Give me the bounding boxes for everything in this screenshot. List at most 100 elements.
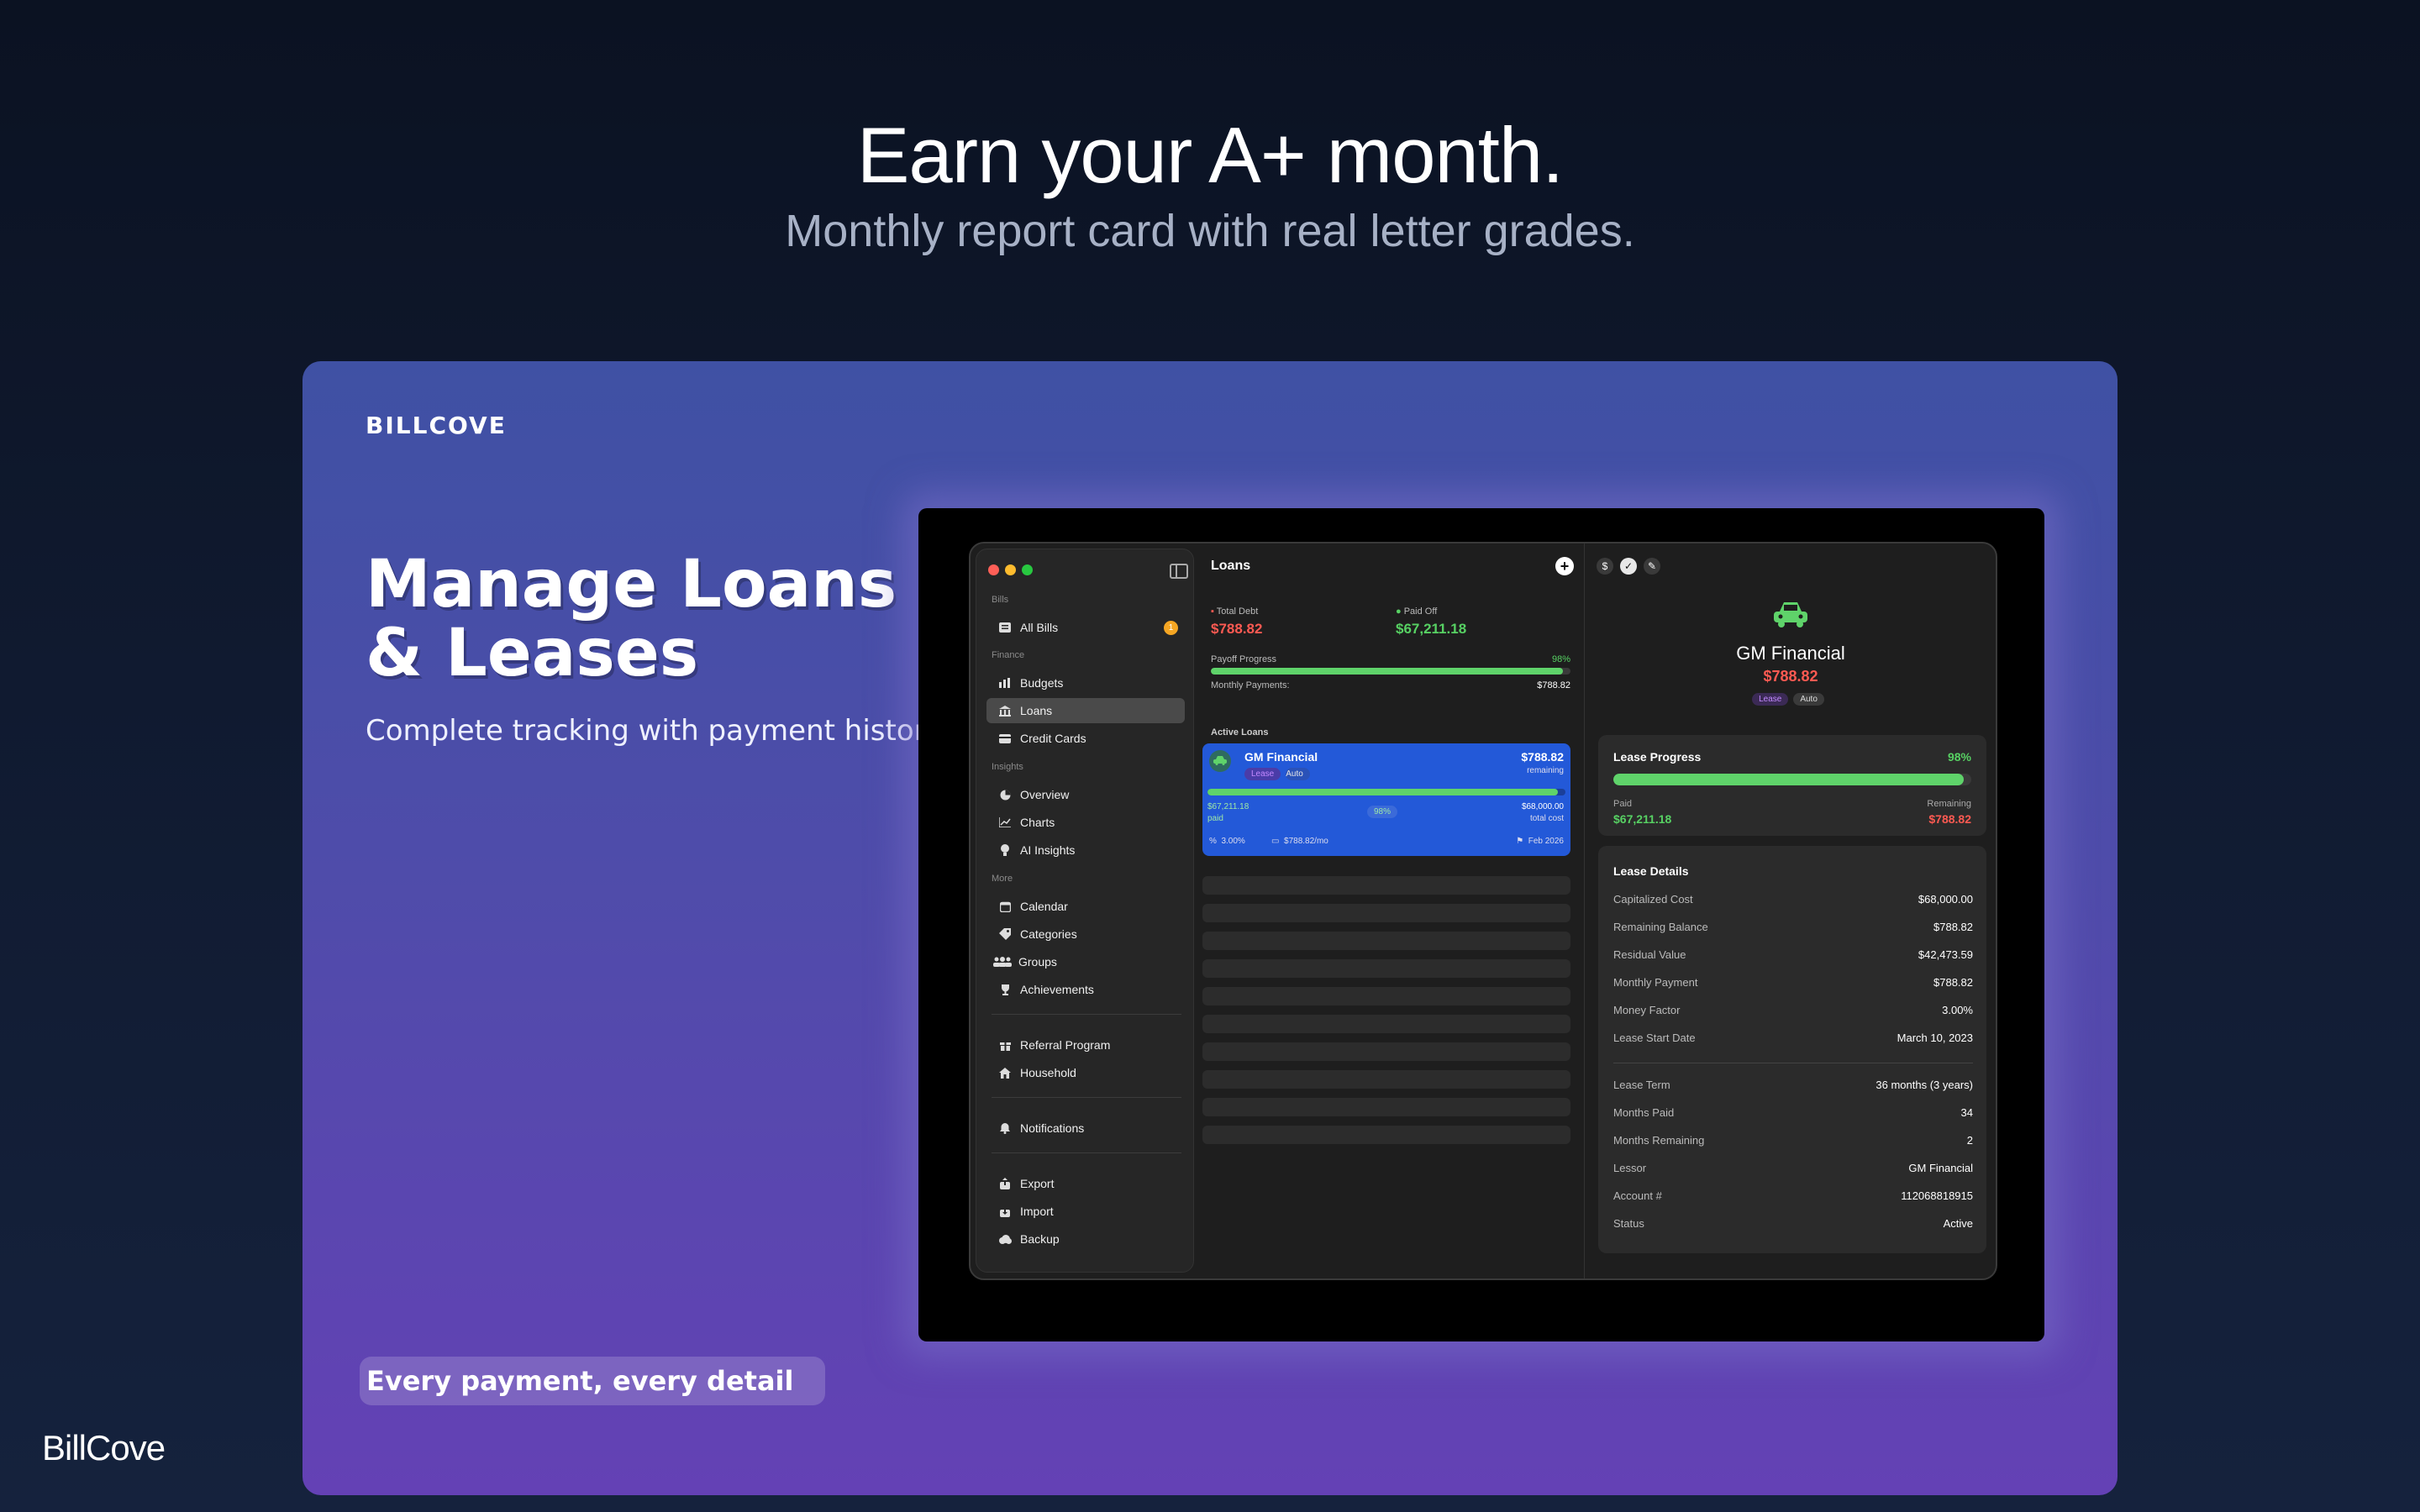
card-subtitle: Complete tracking with payment history [366,714,943,748]
detail-row: Remaining Balance $788.82 [1613,921,1973,933]
detail-row-key: Lessor [1613,1162,1647,1174]
sidebar-divider [992,1152,1181,1153]
detail-row: Residual Value $42,473.59 [1613,948,1973,961]
add-loan-button[interactable]: + [1555,557,1574,575]
sidebar-item-overview[interactable]: Overview [986,782,1185,807]
detail-row: Lessor GM Financial [1613,1162,1973,1174]
sidebar-item-label: Backup [1020,1232,1060,1246]
detail-row-value: 2 [1966,1134,1973,1147]
dollar-icon[interactable]: $ [1597,558,1613,575]
sidebar-item-budgets[interactable]: Budgets [986,670,1185,696]
percent-icon: % [1209,837,1217,846]
feature-card: BILLCOVE Manage Loans & Leases Complete … [302,361,2118,1495]
sidebar-item-notifications[interactable]: Notifications [986,1116,1185,1141]
sidebar-item-backup[interactable]: Backup [986,1226,1185,1252]
gift-icon [998,1038,1012,1052]
remaining-value: $788.82 [1928,812,1971,826]
sidebar-item-all-bills[interactable]: All Bills 1 [986,615,1185,640]
detail-lender-name: GM Financial [1736,643,1845,664]
sidebar-divider [992,1097,1181,1098]
sidebar-item-loans[interactable]: Loans [986,698,1185,723]
sidebar-item-groups[interactable]: Groups [986,949,1185,974]
sidebar-section-label: More [992,874,1013,884]
sidebar-item-credit-cards[interactable]: Credit Cards [986,726,1185,751]
loan-detail-pane: $ ✓ ✎ GM Financial $788.82 Lease Auto Lea… [1584,543,1996,1278]
loan-remaining-value: $788.82 [1521,750,1564,764]
zoom-window-button[interactable] [1022,564,1033,575]
detail-row-key: Lease Term [1613,1079,1670,1091]
detail-row: Status Active [1613,1217,1973,1230]
loan-monthly: ▭ $788.82/mo [1271,837,1328,846]
flag-icon: ⚑ [1516,837,1524,846]
footer-brand: BillCove [42,1428,166,1467]
detail-row: Lease Term 36 months (3 years) [1613,1079,1973,1091]
sidebar-item-categories[interactable]: Categories [986,921,1185,947]
line-chart-icon [998,816,1012,829]
card-brand: BILLCOVE [366,412,507,439]
loading-placeholder-row [1202,1015,1570,1033]
check-circle-icon: ● [1396,606,1402,617]
detail-row-key: Lease Start Date [1613,1032,1696,1044]
edit-icon[interactable]: ✎ [1644,558,1660,575]
import-icon [998,1205,1012,1218]
sidebar-item-label: Budgets [1020,676,1064,690]
detail-row: Account # 112068818915 [1613,1189,1973,1202]
sidebar-item-label: Import [1020,1205,1054,1218]
sidebar-item-label: Notifications [1020,1121,1085,1135]
minimize-window-button[interactable] [1005,564,1016,575]
export-icon [998,1177,1012,1190]
loan-name: GM Financial [1244,750,1318,764]
lease-progress-title: Lease Progress [1613,750,1702,764]
list-icon [998,621,1012,634]
app-screenshot-frame: Bills All Bills 1 Finance Budgets Loans [918,508,2044,1341]
car-icon [1209,750,1231,772]
detail-row-value: 34 [1960,1106,1973,1119]
sidebar-item-label: AI Insights [1020,843,1076,857]
loading-placeholder-row [1202,1042,1570,1061]
detail-row-key: Months Remaining [1613,1134,1705,1147]
cloud-icon [998,1232,1012,1246]
sidebar-item-label: All Bills [1020,621,1059,634]
sidebar-section-label: Insights [992,762,1023,772]
detail-row-key: Monthly Payment [1613,976,1698,989]
paid-off-value: $67,211.18 [1396,621,1467,637]
loading-placeholder-row [1202,1070,1570,1089]
sidebar-item-label: Referral Program [1020,1038,1111,1052]
plus-icon: + [1560,558,1570,575]
app-window: Bills All Bills 1 Finance Budgets Loans [969,542,1997,1280]
monthly-payments-label: Monthly Payments: [1211,680,1290,690]
sidebar-item-label: Charts [1020,816,1055,829]
bar-chart-icon [998,676,1012,690]
loan-card-gm-financial[interactable]: GM Financial Lease Auto $788.82 remaining… [1202,743,1570,856]
sidebar-toggle-icon[interactable] [1170,564,1188,579]
detail-row-value: 36 months (3 years) [1876,1079,1973,1091]
calendar-icon: ▭ [1271,837,1280,846]
detail-row-key: Account # [1613,1189,1662,1202]
payoff-progress-bar [1211,668,1570,675]
bank-icon: ▪ [1211,606,1214,617]
mark-paid-icon[interactable]: ✓ [1620,558,1637,575]
loading-placeholder-row [1202,1126,1570,1144]
loading-placeholder-row [1202,987,1570,1005]
sidebar-item-charts[interactable]: Charts [986,810,1185,835]
total-debt-label: ▪ Total Debt [1211,606,1259,617]
detail-row-key: Money Factor [1613,1004,1681,1016]
detail-row-value: $42,473.59 [1918,948,1973,961]
sidebar-item-ai-insights[interactable]: AI Insights [986,837,1185,863]
bulb-icon [998,843,1012,857]
loan-tags: Lease Auto [1244,765,1315,780]
sidebar-item-calendar[interactable]: Calendar [986,894,1185,919]
close-window-button[interactable] [988,564,999,575]
sidebar-item-import[interactable]: Import [986,1199,1185,1224]
tag-lease: Lease [1752,693,1789,706]
paid-label: Paid [1613,799,1633,809]
detail-row: Capitalized Cost $68,000.00 [1613,893,1973,906]
loan-total-value: $68,000.00 [1521,802,1564,811]
sidebar-item-export[interactable]: Export [986,1171,1185,1196]
sidebar-item-achievements[interactable]: Achievements [986,977,1185,1002]
detail-row-value: Active [1943,1217,1973,1230]
lease-progress-panel: Lease Progress 98% Paid $67,211.18 Remai… [1598,735,1986,836]
sidebar-item-household[interactable]: Household [986,1060,1185,1085]
loading-placeholder-row [1202,904,1570,922]
sidebar-item-referral-program[interactable]: Referral Program [986,1032,1185,1058]
